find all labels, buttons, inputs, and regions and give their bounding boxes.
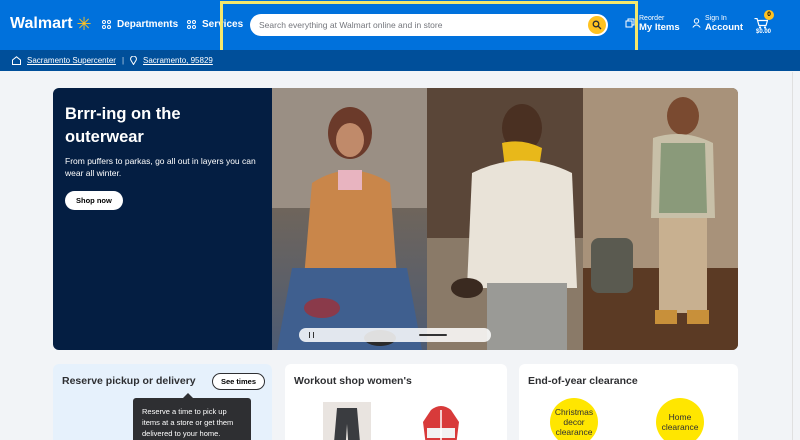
- clearance-title: End-of-year clearance: [528, 375, 638, 387]
- hero-subtitle: From puffers to parkas, go all out in la…: [65, 156, 256, 178]
- cart-count-badge: 0: [764, 10, 774, 20]
- cart-icon: [754, 18, 768, 29]
- location-link[interactable]: Sacramento, 95829: [143, 56, 213, 65]
- departments-label: Departments: [117, 19, 179, 30]
- reserve-pickup-title: Reserve pickup or delivery: [62, 375, 196, 387]
- workout-shop-title: Workout shop women's: [294, 375, 412, 387]
- store-bar: Sacramento Supercenter | Sacramento, 958…: [0, 50, 800, 71]
- pause-icon[interactable]: [309, 332, 314, 338]
- departments-button[interactable]: Departments: [102, 19, 178, 30]
- reorder-link[interactable]: Reorder My Items: [639, 15, 680, 33]
- home-clearance-badge[interactable]: Home clearance: [656, 398, 704, 440]
- account-big-label: Account: [705, 22, 743, 33]
- carousel-controls: [299, 328, 491, 342]
- page-scrollbar[interactable]: [792, 72, 800, 440]
- location-pin-icon: [130, 56, 137, 65]
- account-link[interactable]: Sign In Account: [705, 15, 743, 33]
- signin-small-label: Sign In: [705, 15, 727, 22]
- grid-icon: [187, 20, 196, 29]
- see-times-button[interactable]: See times: [212, 373, 266, 390]
- clearance-card[interactable]: End-of-year clearance Christmas decor cl…: [519, 364, 738, 440]
- spark-icon: ✳: [76, 14, 92, 34]
- reorder-big-label: My Items: [639, 22, 680, 33]
- store-separator: |: [121, 56, 125, 65]
- hero-text-panel: Brrr-ing on the outerwear From puffers t…: [53, 88, 272, 350]
- reorder-small-label: Reorder: [639, 15, 665, 22]
- reserve-tooltip: Reserve a time to pick up items at a sto…: [133, 393, 251, 440]
- walmart-logo[interactable]: Walmart ✳: [10, 15, 92, 33]
- carousel-progress-indicator: [419, 334, 447, 336]
- hero-photo-woman-fleece: [272, 88, 427, 350]
- leggings-thumbnail[interactable]: [323, 402, 371, 440]
- logo-text: Walmart: [10, 15, 73, 32]
- cart-button[interactable]: 0 $0.00: [752, 10, 778, 42]
- hero-banner[interactable]: Brrr-ing on the outerwear From puffers t…: [53, 88, 738, 350]
- jacket-thumbnail[interactable]: [421, 402, 461, 440]
- hero-title: Brrr-ing on the outerwear: [65, 105, 181, 146]
- christmas-decor-clearance-badge[interactable]: Christmas decor clearance: [550, 398, 598, 440]
- shop-now-button[interactable]: Shop now: [65, 191, 123, 210]
- hero-photo-man-fleece: [427, 88, 583, 350]
- store-icon: [12, 56, 21, 65]
- workout-shop-card[interactable]: Workout shop women's: [285, 364, 507, 440]
- store-name-link[interactable]: Sacramento Supercenter: [27, 56, 116, 65]
- user-icon: [692, 18, 701, 28]
- hero-photo-boy-vest: [583, 88, 738, 350]
- grid-icon: [102, 20, 111, 29]
- cart-total: $0.00: [756, 29, 772, 35]
